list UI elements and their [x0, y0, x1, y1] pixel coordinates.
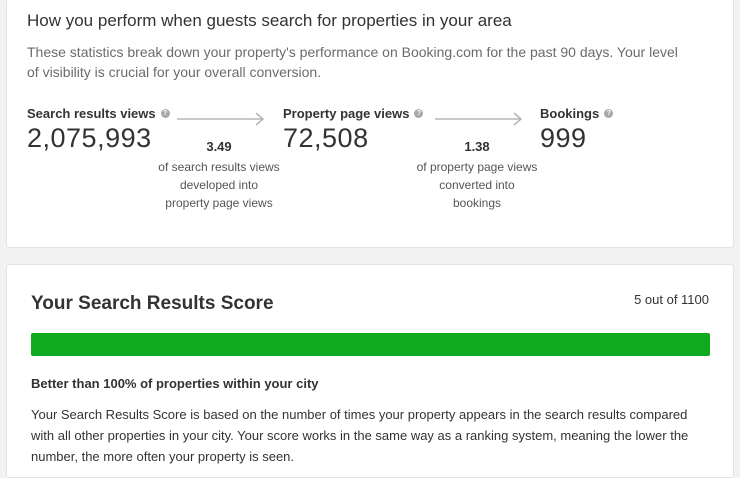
score-count: 5 out of 1100	[634, 292, 709, 307]
question-circle-icon[interactable]: ?	[414, 109, 424, 118]
ratio-pageviews-to-bookings: 1.38 of property page views converted in…	[415, 139, 539, 212]
ratio-description: of property page views converted into bo…	[416, 160, 538, 210]
search-score-card: Your Search Results Score 5 out of 1100 …	[6, 264, 734, 478]
metric-search-results-views: Search results views ? 2,075,993	[27, 106, 170, 154]
score-better-than: Better than 100% of properties within yo…	[31, 376, 319, 391]
metric-bookings: Bookings ? 999	[540, 106, 614, 154]
question-circle-icon[interactable]: ?	[604, 109, 614, 118]
metric-property-page-views: Property page views ? 72,508	[283, 106, 424, 154]
metric-label: Bookings	[540, 106, 600, 121]
performance-description: These statistics break down your propert…	[27, 44, 678, 80]
performance-card: How you perform when guests search for p…	[6, 0, 734, 248]
score-progress-fill	[31, 333, 710, 356]
metric-label: Property page views	[283, 106, 410, 121]
metric-value: 72,508	[283, 123, 369, 153]
metric-label: Search results views	[27, 106, 156, 121]
question-circle-icon[interactable]: ?	[160, 109, 170, 118]
score-progress-bar	[31, 333, 710, 356]
ratio-value: 1.38	[464, 139, 490, 154]
metric-value: 999	[540, 123, 587, 153]
ratio-search-to-pageviews: 3.49 of search results views developed i…	[157, 139, 281, 212]
ratio-description: of search results views developed into p…	[158, 160, 280, 210]
arrow-right-icon	[435, 112, 523, 126]
metric-value: 2,075,993	[27, 123, 152, 153]
score-description: Your Search Results Score is based on th…	[31, 407, 689, 464]
performance-title: How you perform when guests search for p…	[27, 11, 512, 30]
arrow-right-icon	[177, 112, 265, 126]
ratio-value: 3.49	[206, 139, 232, 154]
score-title: Your Search Results Score	[31, 293, 274, 314]
